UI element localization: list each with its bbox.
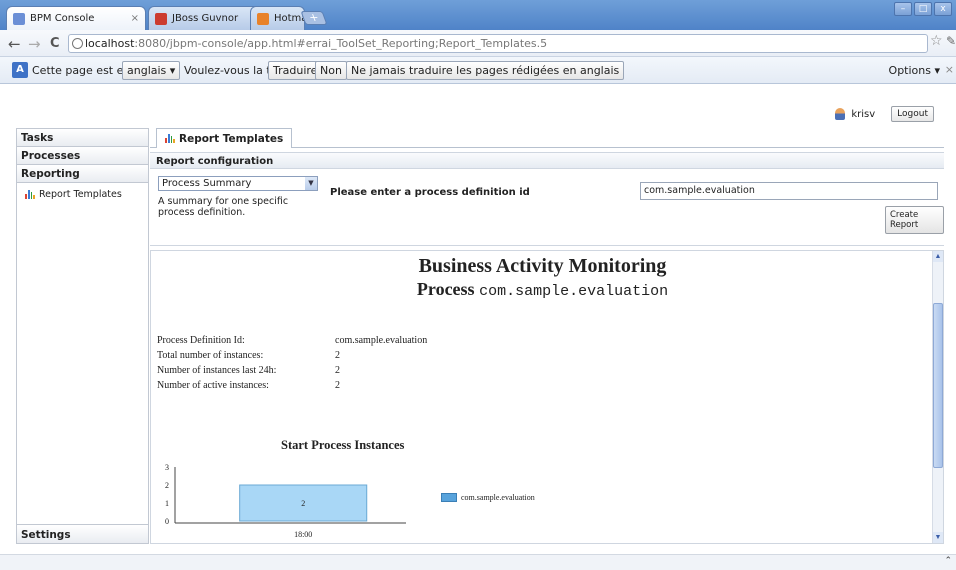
status-bar: ⌃ — [0, 554, 956, 570]
stat-value: 2 — [335, 365, 340, 376]
hotmail-favicon-icon — [257, 12, 269, 25]
new-tab-button[interactable]: + — [300, 11, 328, 25]
never-translate-button[interactable]: Ne jamais traduire les pages rédigées en… — [346, 61, 625, 80]
y-tick-label: 2 — [165, 481, 169, 490]
tab-title: BPM Console — [30, 13, 95, 24]
bar-chart-icon — [25, 190, 35, 199]
process-definition-label: Please enter a process definition id — [330, 187, 530, 198]
close-tab-icon[interactable]: × — [127, 13, 139, 24]
y-tick-label: 3 — [165, 463, 169, 472]
nav-tasks[interactable]: Tasks — [17, 129, 148, 147]
template-description: A summary for one specific process defin… — [158, 196, 289, 218]
nav-reporting[interactable]: Reporting — [17, 165, 148, 183]
forward-icon[interactable]: → — [28, 35, 41, 53]
close-infobar-icon[interactable]: × — [945, 63, 954, 76]
translate-icon: A — [12, 62, 28, 78]
translate-options-menu[interactable]: Options ▾ — [889, 64, 940, 77]
x-tick-label: 18:00 — [294, 530, 312, 539]
report-template-select[interactable]: Process Summary ▼ — [158, 176, 318, 191]
url-host: localhost — [85, 37, 135, 50]
tab-title: JBoss Guvnor — [172, 13, 239, 24]
selected-template: Process Summary — [162, 178, 252, 189]
minimize-icon[interactable]: – — [894, 2, 912, 16]
report-scrollbar[interactable]: ▲ ▼ — [932, 251, 943, 543]
wrench-menu-icon[interactable]: ✎ — [946, 34, 956, 48]
expand-caret-icon[interactable]: ⌃ — [944, 556, 952, 566]
start-instances-chart: 0 1 2 3 2 18:00 — [165, 463, 406, 539]
stat-value: com.sample.evaluation — [335, 335, 428, 346]
reload-icon[interactable]: C — [50, 36, 60, 51]
report-subtitle-id: com.sample.evaluation — [479, 283, 669, 300]
scroll-down-icon[interactable]: ▼ — [933, 532, 943, 543]
report-config-panel: Process Summary ▼ A summary for one spec… — [150, 170, 944, 246]
nav-processes[interactable]: Processes — [17, 147, 148, 165]
bookmark-star-icon[interactable]: ☆ — [930, 33, 943, 49]
logout-button[interactable]: Logout — [891, 106, 934, 122]
jboss-favicon-icon — [155, 12, 167, 25]
username: krisv — [851, 108, 876, 120]
language-dropdown[interactable]: anglais ▾ — [122, 61, 181, 80]
user-icon — [835, 108, 846, 120]
translate-infobar: A Cette page est en anglais ▾ Voulez-vou… — [0, 57, 956, 84]
nav-item-label: Report Templates — [39, 189, 122, 200]
chevron-down-icon: ▼ — [305, 177, 317, 190]
address-bar[interactable]: localhost:8080/jbpm-console/app.html#err… — [68, 34, 928, 53]
main-content: Report Templates Report configuration Pr… — [150, 128, 956, 544]
window-controls: – □ x — [894, 2, 952, 16]
tab-title: Hotmail - brian_cose@hotmail — [274, 13, 304, 24]
create-report-button[interactable]: Create Report — [885, 206, 944, 234]
user-bar: krisv Logout — [835, 106, 934, 122]
stat-label: Process Definition Id: — [157, 335, 245, 346]
bar-chart-icon — [165, 134, 175, 143]
report-title: Business Activity Monitoring — [418, 255, 667, 277]
legend-label: com.sample.evaluation — [461, 493, 535, 502]
close-window-icon[interactable]: x — [934, 2, 952, 16]
y-tick-label: 0 — [165, 517, 169, 526]
browser-tab-strip: BPM Console × JBoss Guvnor × — [0, 0, 956, 30]
report-config-header: Report configuration — [150, 152, 944, 169]
report-view: Business Activity Monitoring Process com… — [150, 250, 944, 544]
stat-value: 2 — [335, 380, 340, 391]
browser-toolbar: ← → C localhost:8080/jbpm-console/app.ht… — [0, 30, 956, 57]
tab-report-templates[interactable]: Report Templates — [156, 128, 293, 148]
scroll-thumb[interactable] — [933, 303, 943, 468]
bpm-console-app: krisv Logout Tasks Processes Reporting R… — [8, 84, 956, 554]
browser-tab-bpm-console[interactable]: BPM Console × — [6, 6, 146, 30]
browser-tab-hotmail[interactable]: Hotmail - brian_cose@hotmail × — [250, 6, 305, 30]
maximize-icon[interactable]: □ — [914, 2, 932, 16]
stat-label: Number of instances last 24h: — [157, 365, 277, 376]
bpm-console-favicon-icon — [13, 12, 25, 25]
back-icon[interactable]: ← — [8, 35, 21, 53]
translate-prefix: Cette page est en — [32, 64, 131, 77]
left-navigation: Tasks Processes Reporting Report Templat… — [16, 128, 149, 544]
tab-label: Report Templates — [179, 132, 284, 145]
legend-swatch — [441, 493, 457, 502]
process-definition-input[interactable]: com.sample.evaluation — [640, 182, 938, 200]
report-subtitle-prefix: Process — [416, 279, 480, 299]
stat-label: Number of active instances: — [157, 380, 269, 391]
url-path: :8080/jbpm-console/app.html#errai_ToolSe… — [134, 37, 548, 50]
stat-label: Total number of instances: — [157, 350, 264, 361]
nav-settings[interactable]: Settings — [16, 524, 149, 544]
report-subtitle: Process com.sample.evaluation — [151, 279, 934, 300]
stat-value: 2 — [335, 350, 340, 361]
bar-data-label: 2 — [301, 499, 305, 508]
scroll-up-icon[interactable]: ▲ — [933, 251, 943, 262]
y-tick-label: 1 — [165, 499, 169, 508]
chart-legend: com.sample.evaluation — [441, 493, 535, 502]
no-button[interactable]: Non — [315, 61, 347, 80]
chart-title: Start Process Instances — [281, 438, 405, 452]
page-info-icon[interactable] — [72, 38, 83, 49]
nav-item-report-templates[interactable]: Report Templates — [17, 183, 148, 200]
